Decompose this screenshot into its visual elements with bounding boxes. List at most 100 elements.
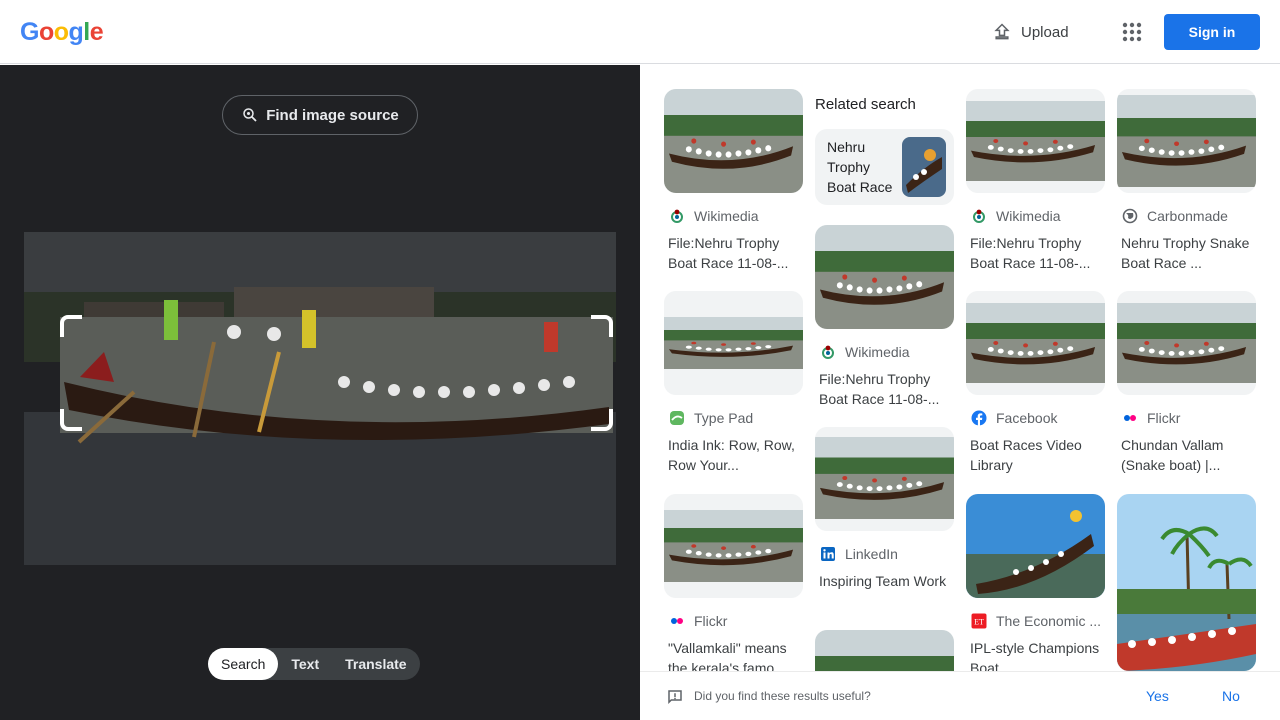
result-source[interactable]: Carbonmade xyxy=(1117,207,1256,225)
result-card[interactable]: Flickr Chundan Vallam (Snake boat) |... xyxy=(1117,291,1256,475)
result-image xyxy=(815,225,954,329)
result-thumbnail[interactable] xyxy=(815,630,954,671)
result-title[interactable]: File:Nehru Trophy Boat Race 11-08-... xyxy=(966,233,1105,273)
result-image xyxy=(966,291,1105,395)
result-source[interactable]: Wikimedia xyxy=(815,343,954,361)
svg-text:ET: ET xyxy=(974,618,984,627)
facebook-icon xyxy=(970,409,988,427)
globe-icon xyxy=(1121,207,1139,225)
upload-label: Upload xyxy=(1021,23,1069,41)
economic-times-icon: ET xyxy=(970,612,988,630)
tab-search[interactable]: Search xyxy=(208,648,279,680)
tab-text[interactable]: Text xyxy=(278,648,332,680)
result-source[interactable]: Wikimedia xyxy=(664,207,803,225)
result-title[interactable]: India Ink: Row, Row, Row Your... xyxy=(664,435,803,475)
result-source-name: Flickr xyxy=(1147,410,1181,426)
result-source-name: Type Pad xyxy=(694,410,754,426)
result-title[interactable]: Inspiring Team Work xyxy=(815,571,954,611)
result-source[interactable]: Type Pad xyxy=(664,409,803,427)
result-image xyxy=(664,291,803,395)
feedback-icon xyxy=(668,690,682,705)
upload-icon xyxy=(994,23,1010,40)
lens-query-pane: Find image source Search Text Translate xyxy=(0,65,640,720)
feedback-no-button[interactable]: No xyxy=(1222,688,1240,704)
result-card[interactable] xyxy=(1117,494,1256,671)
google-logo[interactable]: Google xyxy=(20,18,104,47)
result-image xyxy=(1117,291,1256,395)
apps-grid-icon[interactable] xyxy=(1120,20,1144,44)
wikimedia-icon xyxy=(819,343,837,361)
logo-letter: o xyxy=(53,18,69,46)
result-thumbnail[interactable] xyxy=(664,89,803,193)
result-image xyxy=(966,89,1105,193)
result-title[interactable]: File:Nehru Trophy Boat Race 11-08-... xyxy=(815,369,954,409)
wikimedia-icon xyxy=(668,207,686,225)
result-source[interactable]: ET The Economic ... xyxy=(966,612,1105,630)
result-source-name: Flickr xyxy=(694,613,728,629)
result-thumbnail[interactable] xyxy=(966,494,1105,598)
result-card[interactable]: LinkedIn Inspiring Team Work xyxy=(815,427,954,611)
result-image xyxy=(815,630,954,671)
feedback-question: Did you find these results useful? xyxy=(694,689,871,703)
related-search-chip[interactable]: Nehru Trophy Boat Race xyxy=(815,129,954,205)
typepad-icon xyxy=(668,409,686,427)
query-image[interactable] xyxy=(24,232,616,565)
sign-in-button[interactable]: Sign in xyxy=(1164,14,1260,50)
lens-search-icon xyxy=(243,108,257,122)
related-search-thumbnail xyxy=(902,137,946,197)
result-thumbnail[interactable] xyxy=(664,494,803,598)
result-source[interactable]: Flickr xyxy=(664,612,803,630)
feedback-yes-button[interactable]: Yes xyxy=(1146,688,1169,704)
find-image-source-button[interactable]: Find image source xyxy=(222,95,418,135)
result-card[interactable] xyxy=(815,630,954,671)
result-thumbnail[interactable] xyxy=(1117,291,1256,395)
linkedin-icon xyxy=(819,545,837,563)
result-thumbnail[interactable] xyxy=(966,291,1105,395)
result-title[interactable]: File:Nehru Trophy Boat Race 11-08-... xyxy=(664,233,803,273)
result-image xyxy=(966,494,1105,598)
logo-letter: G xyxy=(20,18,39,46)
result-card[interactable]: Facebook Boat Races Video Library xyxy=(966,291,1105,475)
result-card[interactable]: Wikimedia File:Nehru Trophy Boat Race 11… xyxy=(815,225,954,409)
related-search-heading: Related search xyxy=(815,96,916,113)
result-source[interactable]: Flickr xyxy=(1117,409,1256,427)
top-bar: Google Upload Sign in xyxy=(0,0,1280,64)
result-title[interactable]: "Vallamkali" means the kerala's famo... xyxy=(664,638,803,671)
result-title[interactable]: Boat Races Video Library xyxy=(966,435,1105,475)
result-thumbnail[interactable] xyxy=(966,89,1105,193)
result-image xyxy=(1117,494,1256,671)
result-source-name: Facebook xyxy=(996,410,1058,426)
result-thumbnail[interactable] xyxy=(1117,89,1256,193)
result-title[interactable]: IPL-style Champions Boat... xyxy=(966,638,1105,671)
flickr-icon xyxy=(668,612,686,630)
result-card[interactable]: ET The Economic ... IPL-style Champions … xyxy=(966,494,1105,671)
result-card[interactable]: Wikimedia File:Nehru Trophy Boat Race 11… xyxy=(664,89,803,273)
result-title[interactable]: Chundan Vallam (Snake boat) |... xyxy=(1117,435,1256,475)
result-source-name: The Economic ... xyxy=(996,613,1102,629)
result-source-name: LinkedIn xyxy=(845,546,898,562)
result-source-name: Wikimedia xyxy=(845,344,910,360)
result-source-name: Wikimedia xyxy=(996,208,1061,224)
result-card[interactable]: Wikimedia File:Nehru Trophy Boat Race 11… xyxy=(966,89,1105,273)
result-card[interactable]: Type Pad India Ink: Row, Row, Row Your..… xyxy=(664,291,803,475)
tab-translate[interactable]: Translate xyxy=(332,648,419,680)
feedback-bar: Did you find these results useful? Yes N… xyxy=(640,671,1280,720)
lens-mode-tabs: Search Text Translate xyxy=(208,648,420,680)
result-thumbnail[interactable] xyxy=(1117,494,1256,671)
result-title[interactable]: Nehru Trophy Snake Boat Race ... xyxy=(1117,233,1256,273)
boat-race-photo xyxy=(24,232,616,565)
result-source[interactable]: LinkedIn xyxy=(815,545,954,563)
wikimedia-icon xyxy=(970,207,988,225)
result-thumbnail[interactable] xyxy=(664,291,803,395)
result-thumbnail[interactable] xyxy=(815,427,954,531)
result-source[interactable]: Wikimedia xyxy=(966,207,1105,225)
result-card[interactable]: Flickr "Vallamkali" means the kerala's f… xyxy=(664,494,803,671)
result-image xyxy=(815,427,954,531)
result-source-name: Carbonmade xyxy=(1147,208,1228,224)
result-thumbnail[interactable] xyxy=(815,225,954,329)
result-source[interactable]: Facebook xyxy=(966,409,1105,427)
upload-button[interactable]: Upload xyxy=(992,20,1069,44)
logo-letter: g xyxy=(68,18,84,46)
result-card[interactable]: Carbonmade Nehru Trophy Snake Boat Race … xyxy=(1117,89,1256,273)
result-image xyxy=(1117,89,1256,193)
